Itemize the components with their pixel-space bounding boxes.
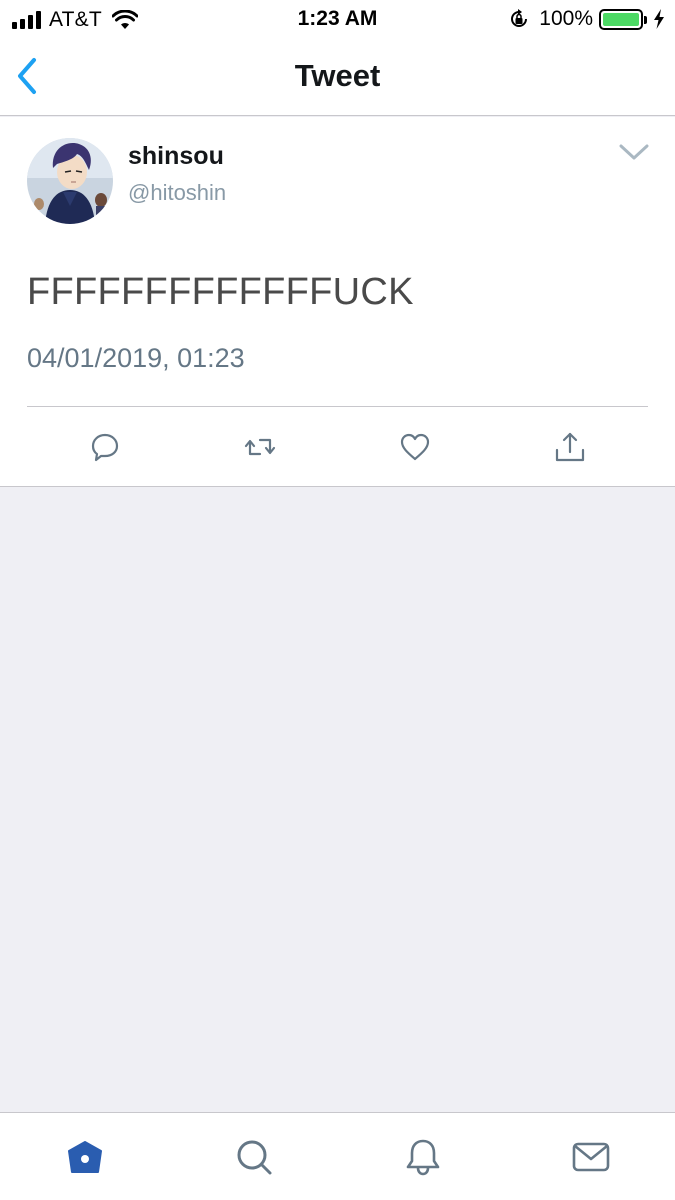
page-title: Tweet — [294, 58, 381, 93]
screen: AT&T 1:23 AM 100% Tweet shinsou @hitoshi… — [0, 0, 675, 1200]
rotation-lock-icon — [511, 9, 528, 27]
tweet-card: shinsou @hitoshin FFFFFFFFFFFFFUCK 04/01… — [0, 117, 675, 487]
search-icon — [237, 1140, 272, 1175]
tweet-menu-button[interactable] — [619, 143, 649, 161]
tweet-timestamp: 04/01/2019, 01:23 — [27, 343, 245, 373]
tab-notifications[interactable] — [401, 1135, 445, 1179]
share-button[interactable] — [552, 429, 588, 465]
tab-bar — [0, 1112, 675, 1200]
retweet-button[interactable] — [242, 429, 278, 465]
battery-icon — [599, 8, 647, 30]
reply-button[interactable] — [87, 429, 123, 465]
battery-percentage: 100% — [539, 7, 593, 30]
home-icon — [68, 1141, 102, 1173]
status-right: 100% — [508, 7, 665, 31]
tab-home[interactable] — [63, 1135, 107, 1179]
like-icon — [400, 433, 430, 461]
battery-level-fill — [603, 12, 639, 26]
battery-nub — [644, 15, 647, 24]
like-button[interactable] — [397, 429, 433, 465]
navigation-bar: Tweet — [0, 38, 675, 116]
messages-icon — [572, 1142, 610, 1172]
tab-messages[interactable] — [569, 1135, 613, 1179]
tweet-text: FFFFFFFFFFFFFUCK — [27, 271, 414, 313]
charging-bolt-icon — [654, 9, 664, 29]
status-bar: AT&T 1:23 AM 100% — [0, 0, 675, 38]
notifications-icon — [406, 1139, 440, 1176]
share-icon — [555, 432, 585, 462]
reply-icon — [91, 433, 119, 462]
tweet-actions — [0, 407, 675, 487]
retweet-icon — [244, 438, 276, 456]
chevron-down-icon — [619, 144, 649, 160]
avatar-image — [27, 138, 113, 224]
user-handle[interactable]: @hitoshin — [128, 180, 226, 206]
avatar[interactable] — [27, 138, 113, 224]
display-name[interactable]: shinsou — [128, 142, 224, 171]
tab-search[interactable] — [232, 1135, 276, 1179]
